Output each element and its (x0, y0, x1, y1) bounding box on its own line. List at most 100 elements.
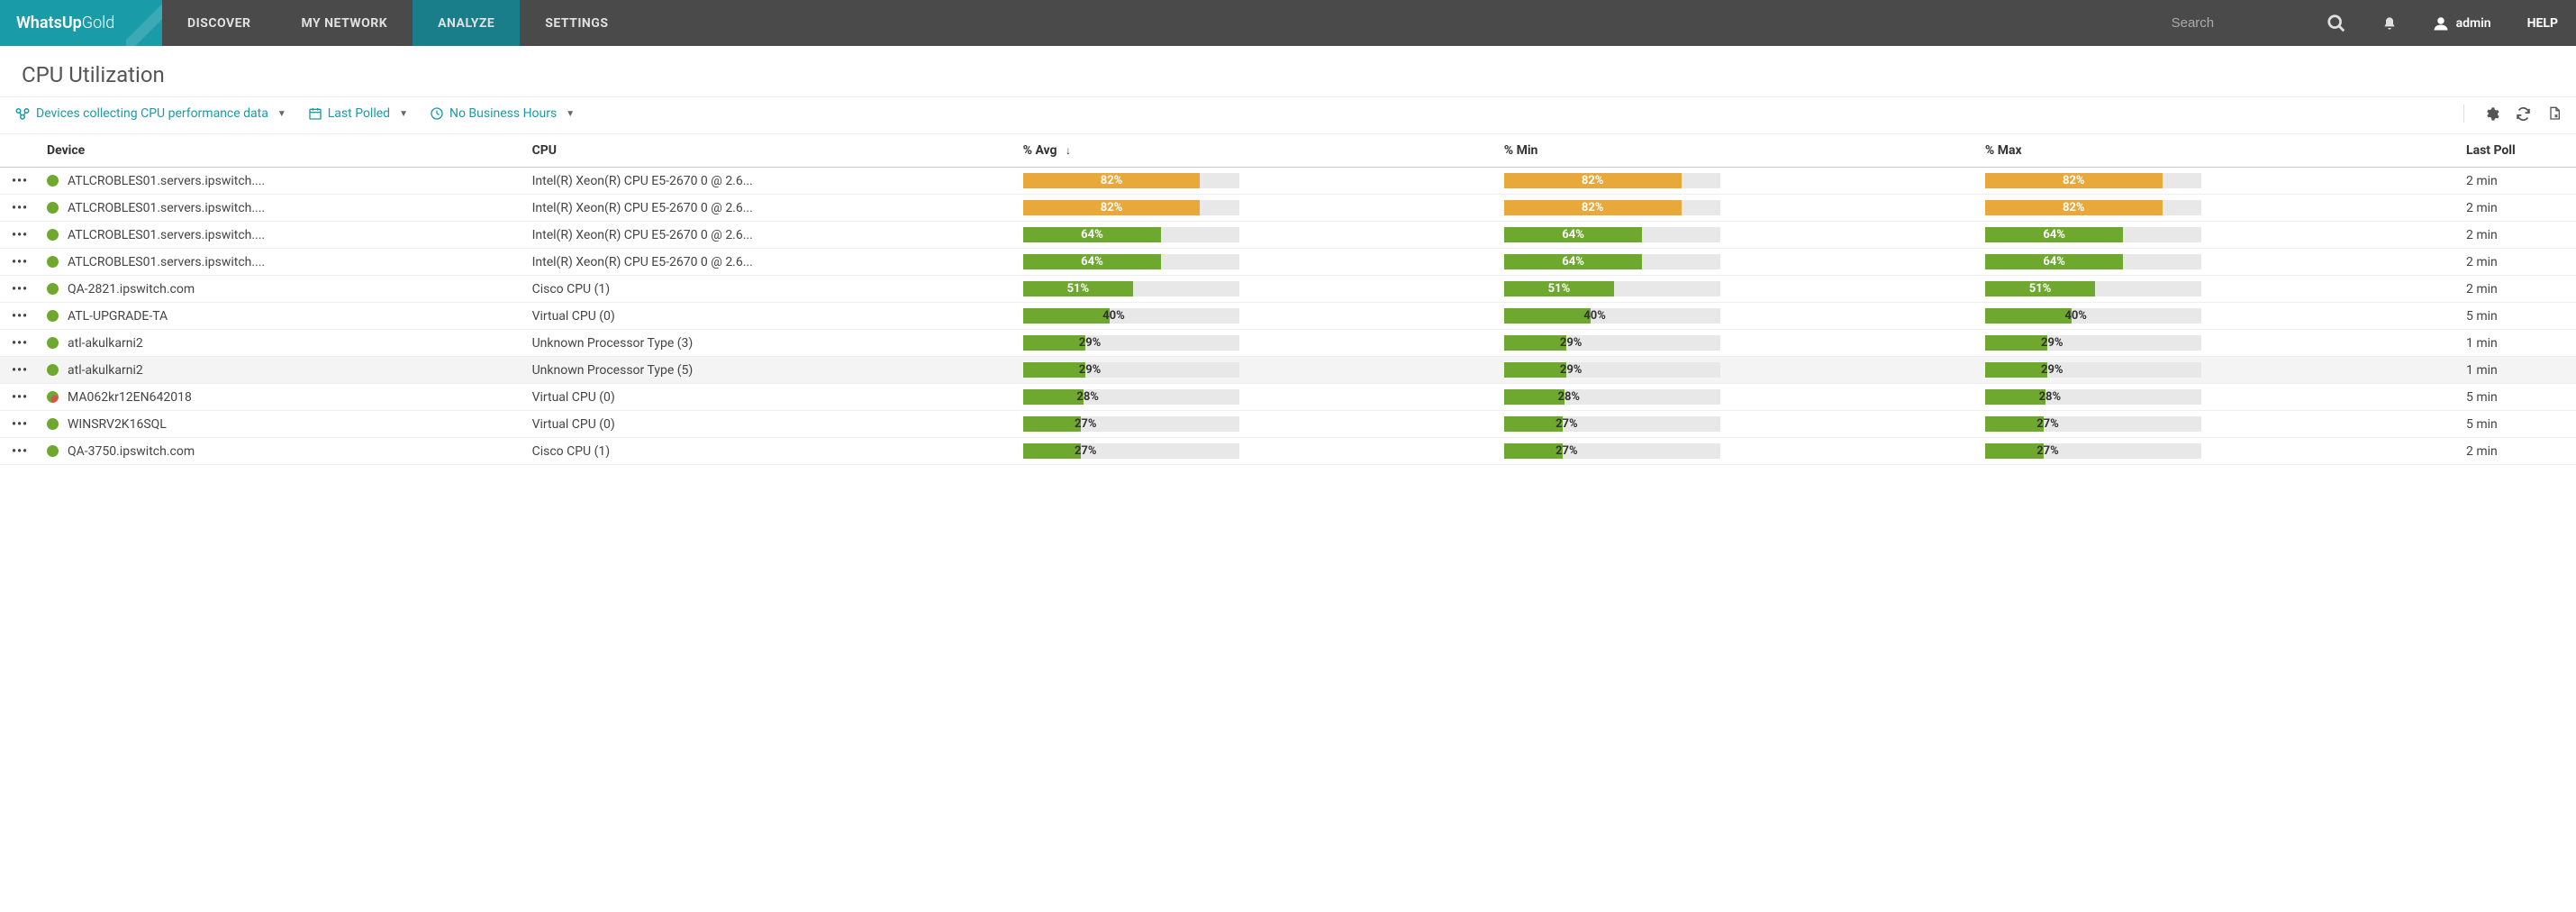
row-menu-icon[interactable]: ••• (0, 330, 40, 357)
nav-settings[interactable]: SETTINGS (520, 0, 633, 46)
table-row[interactable]: ••• ATL-UPGRADE-TA Virtual CPU (0) 40% 4… (0, 303, 2576, 330)
row-menu-icon[interactable]: ••• (0, 195, 40, 222)
avg-cell: 27% (1016, 438, 1497, 465)
progress-bar-fill (1504, 443, 1563, 459)
max-cell: 27% (1978, 411, 2459, 438)
progress-bar-fill (1985, 389, 2045, 405)
filter-last-polled-label: Last Polled (328, 106, 390, 121)
progress-bar-fill (1023, 335, 1086, 351)
progress-bar-label: 27% (1556, 443, 1578, 459)
device-name: QA-3750.ipswitch.com (68, 444, 195, 459)
row-menu-icon[interactable]: ••• (0, 411, 40, 438)
bell-icon[interactable] (2364, 0, 2415, 46)
progress-bar-fill (1023, 443, 1082, 459)
filter-devices[interactable]: Devices collecting CPU performance data … (14, 106, 286, 121)
calendar-icon (308, 106, 322, 121)
max-cell: 27% (1978, 438, 2459, 465)
progress-bar: 40% (1985, 308, 2201, 324)
device-cell: ATLCROBLES01.servers.ipswitch.... (40, 168, 525, 195)
brand-logo[interactable]: WhatsUpGold (0, 0, 162, 46)
row-menu-icon[interactable]: ••• (0, 384, 40, 411)
progress-bar: 28% (1504, 389, 1720, 405)
nav-my-network[interactable]: MY NETWORK (276, 0, 413, 46)
row-menu-icon[interactable]: ••• (0, 249, 40, 276)
cpu-cell: Unknown Processor Type (5) (525, 357, 1016, 384)
row-menu-icon[interactable]: ••• (0, 357, 40, 384)
progress-bar-label: 82% (2063, 200, 2085, 215)
filter-business-hours[interactable]: No Business Hours ▼ (430, 106, 575, 121)
progress-bar: 28% (1023, 389, 1239, 405)
filter-devices-label: Devices collecting CPU performance data (36, 106, 268, 121)
chevron-down-icon: ▼ (566, 109, 575, 119)
max-cell: 51% (1978, 276, 2459, 303)
row-menu-icon[interactable]: ••• (0, 276, 40, 303)
avg-cell: 40% (1016, 303, 1497, 330)
search-icon[interactable] (2308, 0, 2364, 46)
row-menu-icon[interactable]: ••• (0, 168, 40, 195)
nav-analyze[interactable]: ANALYZE (413, 0, 520, 46)
progress-bar-fill (1023, 389, 1084, 405)
status-dot (47, 175, 59, 187)
col-device[interactable]: Device (40, 134, 525, 168)
table-row[interactable]: ••• atl-akulkarni2 Unknown Processor Typ… (0, 357, 2576, 384)
table-row[interactable]: ••• QA-2821.ipswitch.com Cisco CPU (1) 5… (0, 276, 2576, 303)
progress-bar-fill (1504, 362, 1567, 378)
progress-bar: 64% (1023, 227, 1239, 242)
table-row[interactable]: ••• ATLCROBLES01.servers.ipswitch.... In… (0, 168, 2576, 195)
progress-bar-fill (1985, 335, 2048, 351)
progress-bar: 29% (1985, 362, 2201, 378)
gear-icon[interactable] (2484, 106, 2499, 122)
min-cell: 28% (1497, 384, 1978, 411)
refresh-icon[interactable] (2516, 106, 2531, 122)
col-last-poll[interactable]: Last Poll (2459, 134, 2576, 168)
progress-bar: 27% (1023, 416, 1239, 432)
progress-bar-label: 27% (2036, 443, 2059, 459)
progress-bar: 64% (1504, 227, 1720, 242)
search-input[interactable] (2172, 15, 2298, 31)
filter-bar: Devices collecting CPU performance data … (0, 96, 2576, 133)
progress-bar-label: 27% (1075, 443, 1097, 459)
max-cell: 82% (1978, 195, 2459, 222)
table-row[interactable]: ••• atl-akulkarni2 Unknown Processor Typ… (0, 330, 2576, 357)
col-cpu[interactable]: CPU (525, 134, 1016, 168)
last-poll-cell: 2 min (2459, 222, 2576, 249)
col-min[interactable]: % Min (1497, 134, 1978, 168)
col-max[interactable]: % Max (1978, 134, 2459, 168)
status-dot (47, 202, 59, 214)
min-cell: 29% (1497, 357, 1978, 384)
progress-bar: 82% (1985, 173, 2201, 188)
table-row[interactable]: ••• QA-3750.ipswitch.com Cisco CPU (1) 2… (0, 438, 2576, 465)
table-row[interactable]: ••• ATLCROBLES01.servers.ipswitch.... In… (0, 195, 2576, 222)
min-cell: 27% (1497, 438, 1978, 465)
row-menu-icon[interactable]: ••• (0, 303, 40, 330)
min-cell: 40% (1497, 303, 1978, 330)
avg-cell: 64% (1016, 222, 1497, 249)
filter-last-polled[interactable]: Last Polled ▼ (308, 106, 408, 121)
nav-help[interactable]: HELP (2509, 0, 2576, 46)
progress-bar-fill (1023, 416, 1082, 432)
avg-cell: 28% (1016, 384, 1497, 411)
progress-bar-label: 64% (1081, 227, 1103, 242)
device-name: ATLCROBLES01.servers.ipswitch.... (68, 174, 265, 188)
table-row[interactable]: ••• WINSRV2K16SQL Virtual CPU (0) 27% 27… (0, 411, 2576, 438)
user-menu[interactable]: admin (2415, 0, 2509, 46)
max-cell: 82% (1978, 168, 2459, 195)
col-avg[interactable]: % Avg ↓ (1016, 134, 1497, 168)
table-row[interactable]: ••• ATLCROBLES01.servers.ipswitch.... In… (0, 222, 2576, 249)
progress-bar: 29% (1985, 335, 2201, 351)
progress-bar: 29% (1023, 362, 1239, 378)
cpu-utilization-table: Device CPU % Avg ↓ % Min % Max Last Poll… (0, 133, 2576, 465)
row-menu-icon[interactable]: ••• (0, 222, 40, 249)
progress-bar-fill (1985, 443, 2044, 459)
last-poll-cell: 2 min (2459, 195, 2576, 222)
table-row[interactable]: ••• ATLCROBLES01.servers.ipswitch.... In… (0, 249, 2576, 276)
status-dot (47, 256, 59, 268)
progress-bar-label: 64% (2043, 227, 2065, 242)
nav-discover[interactable]: DISCOVER (162, 0, 276, 46)
progress-bar-label: 29% (1079, 362, 1102, 378)
export-icon[interactable] (2547, 105, 2562, 122)
table-row[interactable]: ••• MA062kr12EN642018 Virtual CPU (0) 28… (0, 384, 2576, 411)
cpu-cell: Cisco CPU (1) (525, 276, 1016, 303)
progress-bar: 40% (1023, 308, 1239, 324)
row-menu-icon[interactable]: ••• (0, 438, 40, 465)
